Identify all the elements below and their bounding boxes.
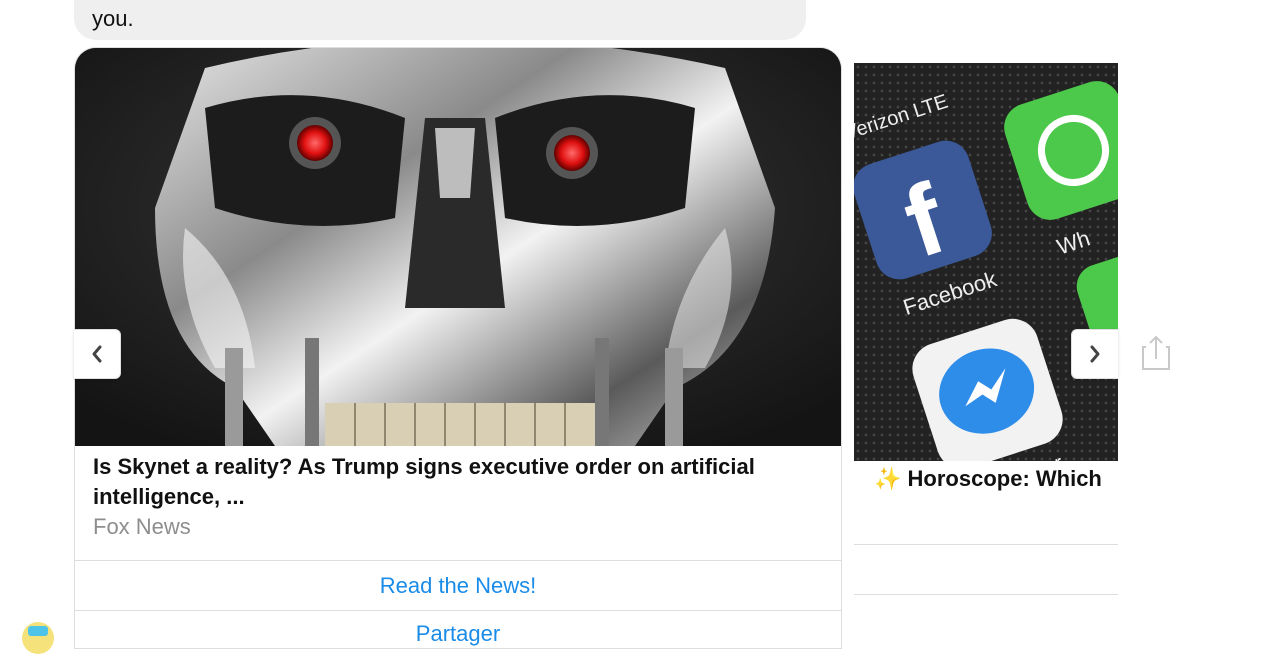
share-button[interactable]: Partager (75, 610, 841, 648)
news-headline[interactable]: Is Skynet a reality? As Trump signs exec… (93, 452, 793, 512)
news-source: Fox News (93, 514, 191, 539)
carousel-next-button[interactable] (1071, 329, 1118, 379)
avatar-graphic (28, 626, 48, 636)
horoscope-headline[interactable]: ✨ Horoscope: Which (874, 463, 1102, 495)
horoscope-headline-text: Horoscope: Which (907, 466, 1102, 491)
message-bubble: you. (74, 0, 806, 40)
chevron-right-icon (1090, 345, 1100, 363)
carousel-prev-button[interactable] (74, 329, 121, 379)
phone-apps-image[interactable]: oo Verizon LTE f Facebook Wh Messenger (854, 63, 1118, 461)
terminator-skull-image[interactable] (75, 48, 841, 446)
message-text: you. (92, 6, 134, 31)
divider (854, 544, 1118, 545)
chevron-left-icon (92, 345, 102, 363)
read-news-button[interactable]: Read the News! (75, 560, 841, 611)
share-icon[interactable] (1140, 333, 1172, 373)
bot-avatar[interactable] (22, 622, 54, 654)
sparkles-icon: ✨ (874, 466, 902, 491)
divider (854, 594, 1118, 595)
news-card[interactable]: Is Skynet a reality? As Trump signs exec… (74, 47, 842, 649)
